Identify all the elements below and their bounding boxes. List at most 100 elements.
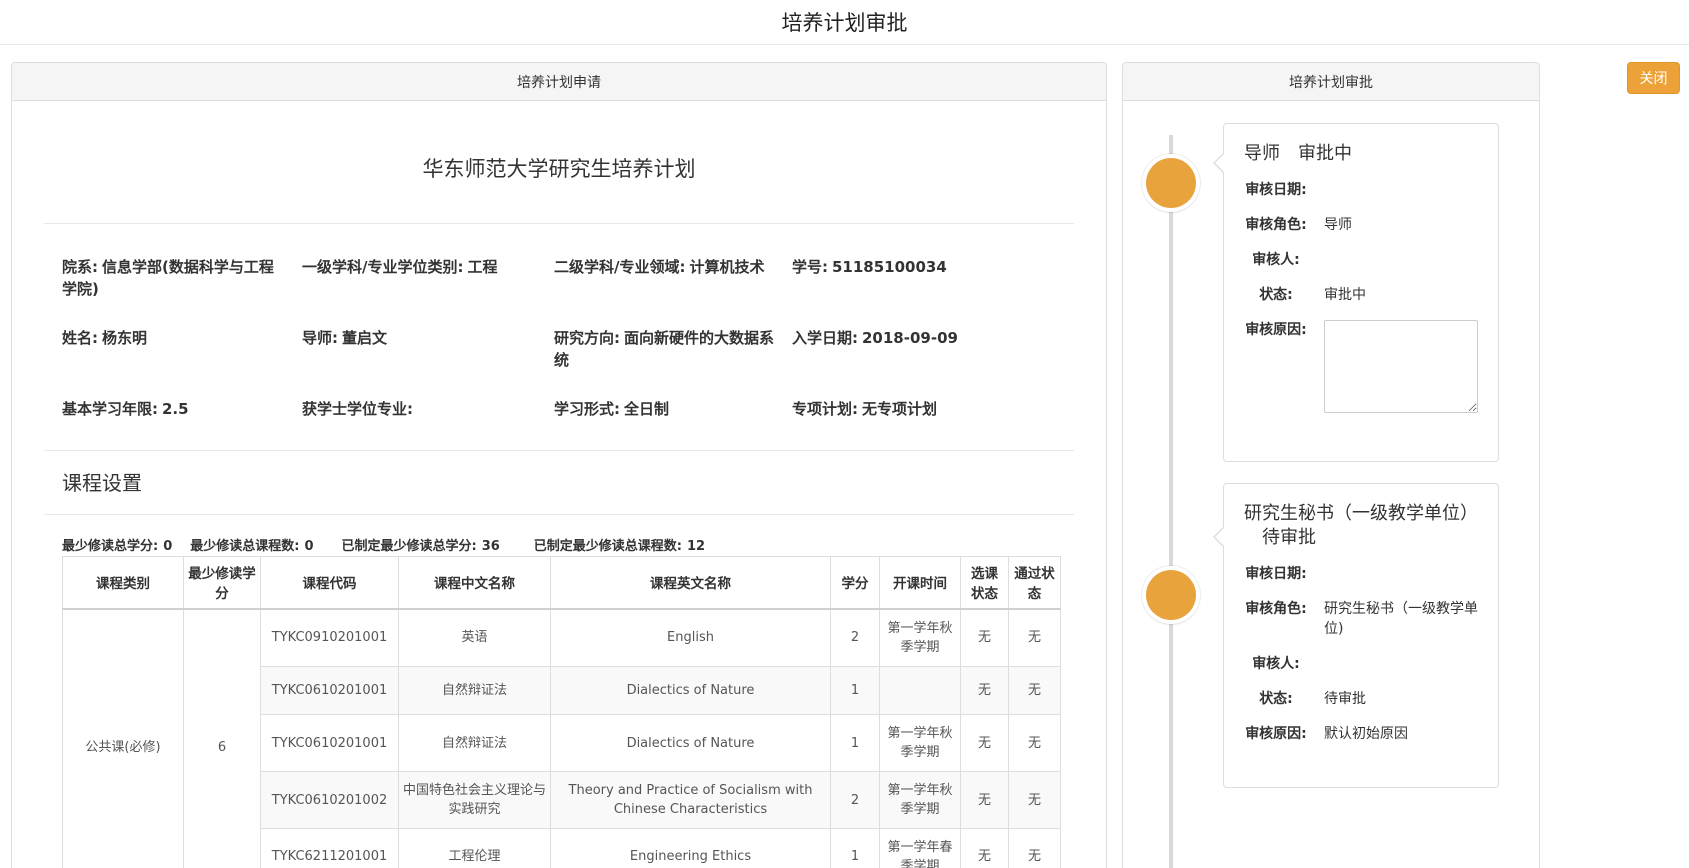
cell-time: 第一学年秋季学期 bbox=[880, 772, 961, 829]
close-button[interactable]: 关闭 bbox=[1627, 62, 1680, 94]
info-student-id: 学号:51185100034 bbox=[792, 256, 1056, 300]
stat-planned-courses: 已制定最少修读总课程数:12 bbox=[534, 535, 705, 554]
divider bbox=[44, 514, 1074, 515]
cell-pass-status: 无 bbox=[1009, 667, 1061, 715]
cell-name-en: Theory and Practice of Socialism with Ch… bbox=[551, 772, 831, 829]
field-review-date: 审核日期: bbox=[1244, 180, 1478, 200]
cell-time bbox=[880, 667, 961, 715]
review-role-value: 研究生秘书（一级教学单位) bbox=[1324, 599, 1478, 639]
field-reviewer: 审核人: bbox=[1244, 250, 1478, 270]
credit-stats: 最少修读总学分:0 最少修读总课程数:0 已制定最少修读总学分:36 已制定最少… bbox=[62, 535, 1056, 554]
cell-credits: 1 bbox=[831, 667, 880, 715]
timeline-line bbox=[1169, 135, 1173, 868]
reviewer-value bbox=[1324, 654, 1478, 674]
column-header: 课程中文名称 bbox=[399, 557, 551, 609]
field-status: 状态: 待审批 bbox=[1244, 689, 1478, 709]
cell-credits: 1 bbox=[831, 715, 880, 772]
field-review-role: 审核角色: 研究生秘书（一级教学单位) bbox=[1244, 599, 1478, 639]
student-info-grid: 院系:信息学部(数据科学与工程学院) 一级学科/专业学位类别:工程 二级学科/专… bbox=[62, 256, 1056, 420]
column-header: 课程类别 bbox=[63, 557, 184, 609]
column-header: 课程英文名称 bbox=[551, 557, 831, 609]
info-supervisor: 导师:董启文 bbox=[302, 327, 554, 371]
table-header-row: 课程类别 最少修读学分 课程代码 课程中文名称 课程英文名称 学分 开课时间 选… bbox=[63, 557, 1061, 609]
review-role-value: 导师 bbox=[1324, 215, 1478, 235]
field-review-role: 审核角色: 导师 bbox=[1244, 215, 1478, 235]
cell-time: 第一学年秋季学期 bbox=[880, 715, 961, 772]
cell-credits: 1 bbox=[831, 829, 880, 868]
step-role: 研究生秘书（一级教学单位） bbox=[1244, 503, 1478, 524]
course-table: 课程类别 最少修读学分 课程代码 课程中文名称 课程英文名称 学分 开课时间 选… bbox=[62, 556, 1061, 868]
column-header: 通过状态 bbox=[1009, 557, 1061, 609]
cell-time: 第一学年春季学期 bbox=[880, 829, 961, 868]
cell-pass-status: 无 bbox=[1009, 772, 1061, 829]
timeline-dot bbox=[1146, 158, 1196, 208]
field-status: 状态: 审批中 bbox=[1244, 285, 1478, 305]
reviewer-value bbox=[1324, 250, 1478, 270]
field-review-reason: 审核原因: 默认初始原因 bbox=[1244, 724, 1478, 744]
cell-select-status: 无 bbox=[961, 715, 1009, 772]
timeline-dot bbox=[1146, 570, 1196, 620]
cell-code: TYKC0910201001 bbox=[261, 609, 399, 667]
cell-name-en: Engineering Ethics bbox=[551, 829, 831, 868]
approval-timeline: 导师审批中 审核日期: 审核角色: 导师 审核人: 状态: 审批中 审核原因: bbox=[1123, 123, 1539, 868]
column-header: 课程代码 bbox=[261, 557, 399, 609]
cell-name-cn: 中国特色社会主义理论与实践研究 bbox=[399, 772, 551, 829]
cell-name-en: Dialectics of Nature bbox=[551, 667, 831, 715]
review-date-value bbox=[1324, 180, 1478, 200]
plan-title: 华东师范大学研究生培养计划 bbox=[62, 153, 1056, 183]
cell-name-en: English bbox=[551, 609, 831, 667]
review-reason-textarea[interactable] bbox=[1324, 320, 1478, 413]
cell-name-cn: 自然辩证法 bbox=[399, 667, 551, 715]
step-title: 研究生秘书（一级教学单位） 待审批 bbox=[1244, 502, 1478, 550]
step-status: 审批中 bbox=[1298, 143, 1352, 164]
cell-code: TYKC0610201001 bbox=[261, 667, 399, 715]
stat-min-credits: 最少修读总学分:0 bbox=[62, 535, 172, 554]
cell-name-cn: 自然辩证法 bbox=[399, 715, 551, 772]
plan-approval-panel: 培养计划审批 导师审批中 审核日期: 审核角色: 导师 审核人: 状态: 审批中 bbox=[1122, 62, 1540, 868]
info-primary-discipline: 一级学科/专业学位类别:工程 bbox=[302, 256, 554, 300]
info-bachelor-major: 获学士学位专业: bbox=[302, 398, 554, 420]
cell-select-status: 无 bbox=[961, 667, 1009, 715]
stat-min-courses: 最少修读总课程数:0 bbox=[190, 535, 313, 554]
plan-application-panel: 培养计划申请 华东师范大学研究生培养计划 院系:信息学部(数据科学与工程学院) … bbox=[11, 62, 1107, 868]
cell-credits: 2 bbox=[831, 772, 880, 829]
cell-pass-status: 无 bbox=[1009, 829, 1061, 868]
info-enroll-date: 入学日期:2018-09-09 bbox=[792, 327, 1056, 371]
course-setup-title: 课程设置 bbox=[62, 467, 1056, 496]
cell-pass-status: 无 bbox=[1009, 609, 1061, 667]
info-study-years: 基本学习年限:2.5 bbox=[62, 398, 302, 420]
stat-planned-credits: 已制定最少修读总学分:36 bbox=[342, 535, 500, 554]
cell-code: TYKC0610201002 bbox=[261, 772, 399, 829]
cell-code: TYKC6211201001 bbox=[261, 829, 399, 868]
column-header: 选课状态 bbox=[961, 557, 1009, 609]
info-name: 姓名:杨东明 bbox=[62, 327, 302, 371]
column-header: 开课时间 bbox=[880, 557, 961, 609]
cell-code: TYKC0610201001 bbox=[261, 715, 399, 772]
plan-approval-header: 培养计划审批 bbox=[1123, 63, 1539, 101]
cell-name-cn: 工程伦理 bbox=[399, 829, 551, 868]
cell-category: 公共课(必修) bbox=[63, 609, 184, 868]
cell-name-cn: 英语 bbox=[399, 609, 551, 667]
step-role: 导师 bbox=[1244, 143, 1280, 164]
step-title: 导师审批中 bbox=[1244, 142, 1478, 166]
plan-application-header: 培养计划申请 bbox=[12, 63, 1106, 101]
table-row: 公共课(必修) 6 TYKC0910201001 英语 English 2 第一… bbox=[63, 609, 1061, 667]
review-date-value bbox=[1324, 564, 1478, 584]
field-reviewer: 审核人: bbox=[1244, 654, 1478, 674]
field-review-reason: 审核原因: bbox=[1244, 320, 1478, 413]
column-header: 最少修读学分 bbox=[184, 557, 261, 609]
cell-min-credits: 6 bbox=[184, 609, 261, 868]
info-special-plan: 专项计划:无专项计划 bbox=[792, 398, 1056, 420]
cell-select-status: 无 bbox=[961, 609, 1009, 667]
info-department: 院系:信息学部(数据科学与工程学院) bbox=[62, 256, 302, 300]
divider bbox=[44, 450, 1074, 451]
status-value: 审批中 bbox=[1324, 285, 1478, 305]
column-header: 学分 bbox=[831, 557, 880, 609]
step-status: 待审批 bbox=[1262, 527, 1316, 548]
approval-step-card: 研究生秘书（一级教学单位） 待审批 审核日期: 审核角色: 研究生秘书（一级教学单… bbox=[1223, 483, 1499, 788]
field-review-date: 审核日期: bbox=[1244, 564, 1478, 584]
page-header: 培养计划审批 bbox=[0, 0, 1689, 45]
cell-pass-status: 无 bbox=[1009, 715, 1061, 772]
review-reason-value: 默认初始原因 bbox=[1324, 724, 1478, 744]
divider bbox=[44, 223, 1074, 224]
